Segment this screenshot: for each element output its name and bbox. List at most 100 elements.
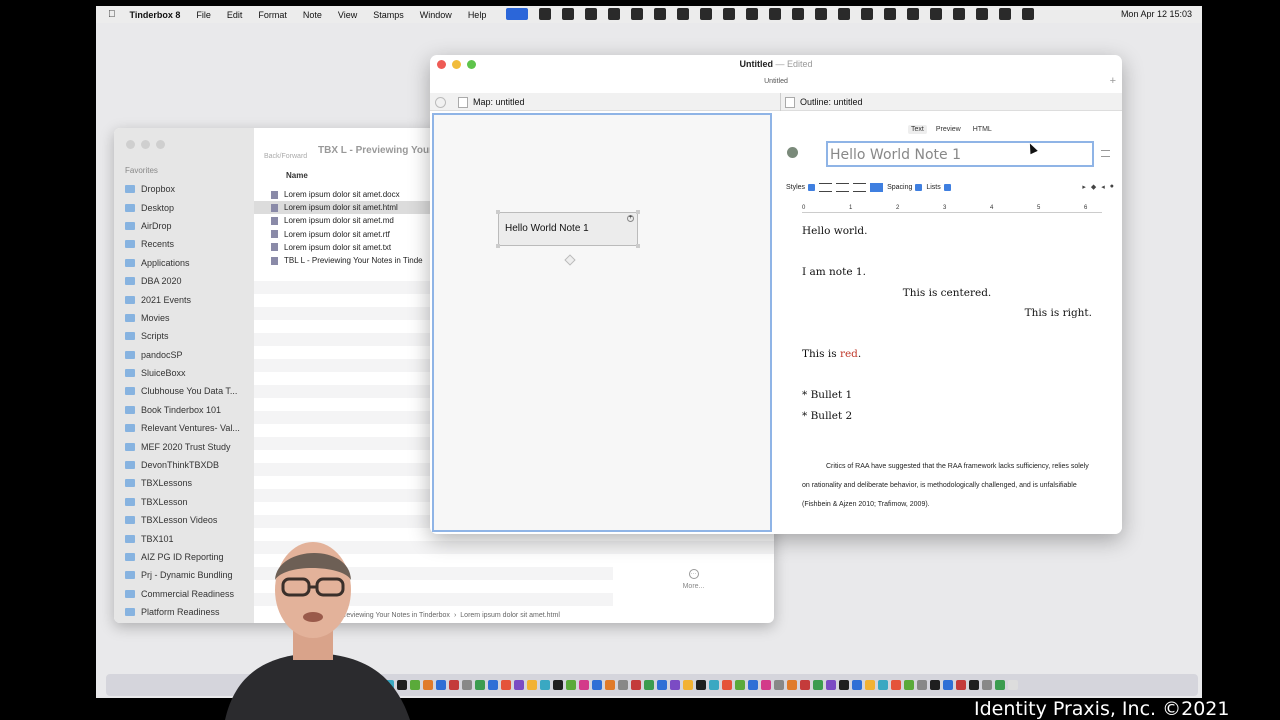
app-icon[interactable] — [709, 680, 719, 690]
ruler[interactable]: 0 1 2 3 4 5 6 — [802, 199, 1102, 213]
bluetooth-icon[interactable] — [907, 8, 919, 20]
menu-edit[interactable]: Edit — [219, 10, 251, 20]
app-icon[interactable] — [592, 680, 602, 690]
properties-menu-icon[interactable] — [1101, 150, 1110, 157]
sidebar-item[interactable]: DevonThinkTBXDB — [125, 456, 240, 474]
app-icon[interactable] — [917, 680, 927, 690]
app-icon[interactable] — [618, 680, 628, 690]
app-icon[interactable] — [839, 680, 849, 690]
control-center-icon[interactable] — [999, 8, 1011, 20]
minimize-button[interactable] — [141, 140, 150, 149]
align-center-button[interactable] — [836, 183, 850, 192]
spacing-menu[interactable]: Spacing — [887, 184, 923, 191]
sidebar-item[interactable]: Recents — [125, 235, 240, 253]
sidebar-item[interactable]: TBXLessons — [125, 474, 240, 492]
app-icon[interactable] — [826, 680, 836, 690]
app-icon[interactable] — [904, 680, 914, 690]
note-text[interactable]: Hello world. I am note 1. This is center… — [802, 225, 1092, 514]
tab-toggle-icon[interactable] — [435, 97, 446, 108]
menu-extra-icon[interactable] — [700, 8, 712, 20]
menu-view[interactable]: View — [330, 10, 365, 20]
app-icon[interactable] — [553, 680, 563, 690]
app-icon[interactable] — [982, 680, 992, 690]
app-icon[interactable] — [540, 680, 550, 690]
menu-extra-icon[interactable] — [654, 8, 666, 20]
app-icon[interactable] — [657, 680, 667, 690]
app-icon[interactable] — [722, 680, 732, 690]
app-icon[interactable] — [696, 680, 706, 690]
column-header-name[interactable]: Name — [286, 171, 308, 180]
map-note[interactable]: Hello World Note 1 + — [496, 210, 640, 248]
app-icon[interactable] — [449, 680, 459, 690]
battery-icon[interactable] — [930, 8, 942, 20]
menu-stamps[interactable]: Stamps — [365, 10, 412, 20]
app-icon[interactable] — [423, 680, 433, 690]
app-icon[interactable] — [878, 680, 888, 690]
preview-more[interactable]: ··· More... — [613, 563, 774, 608]
clock[interactable]: Mon Apr 12 15:03 — [1121, 9, 1192, 19]
app-icon[interactable] — [956, 680, 966, 690]
sidebar-item[interactable]: pandocSP — [125, 346, 240, 364]
search-icon[interactable] — [976, 8, 988, 20]
siri-icon[interactable] — [1022, 8, 1034, 20]
app-icon[interactable] — [631, 680, 641, 690]
app-icon[interactable] — [475, 680, 485, 690]
app-icon[interactable] — [761, 680, 771, 690]
app-menu[interactable]: Tinderbox 8 — [122, 10, 189, 20]
sidebar-item[interactable]: Movies — [125, 309, 240, 327]
app-icon[interactable] — [644, 680, 654, 690]
resize-handle[interactable] — [496, 210, 500, 214]
zoom-button[interactable] — [156, 140, 165, 149]
align-left-button[interactable] — [819, 183, 833, 192]
right-tab-icon[interactable]: ◂ — [1101, 183, 1105, 191]
decimal-tab-icon[interactable]: ● — [1110, 183, 1114, 191]
menu-extra-icon[interactable] — [585, 8, 597, 20]
add-tab-icon[interactable]: + — [1110, 75, 1116, 87]
lists-menu[interactable]: Lists — [926, 184, 951, 191]
wifi-icon[interactable] — [953, 8, 965, 20]
tab-outline[interactable]: Outline: untitled — [780, 93, 1110, 111]
app-icon[interactable] — [566, 680, 576, 690]
mode-tab-preview[interactable]: Preview — [933, 125, 964, 134]
app-icon[interactable] — [774, 680, 784, 690]
note-expand-icon[interactable]: + — [627, 215, 634, 222]
align-justify-button[interactable] — [870, 183, 884, 192]
tab-map[interactable]: Map: untitled — [458, 93, 778, 111]
app-icon[interactable] — [488, 680, 498, 690]
menu-file[interactable]: File — [188, 10, 219, 20]
app-icon[interactable] — [852, 680, 862, 690]
note-title-field[interactable]: Hello World Note 1 — [826, 141, 1094, 167]
mode-tab-html[interactable]: HTML — [970, 125, 995, 134]
app-icon[interactable] — [501, 680, 511, 690]
app-icon[interactable] — [748, 680, 758, 690]
sidebar-item[interactable]: TBXLesson — [125, 493, 240, 511]
menu-extra-icon[interactable] — [677, 8, 689, 20]
menu-extra-icon[interactable] — [608, 8, 620, 20]
center-tab-icon[interactable]: ◆ — [1091, 183, 1096, 191]
align-right-button[interactable] — [853, 183, 867, 192]
resize-handle[interactable] — [496, 244, 500, 248]
sidebar-item[interactable]: Applications — [125, 254, 240, 272]
sidebar-item[interactable]: Book Tinderbox 101 — [125, 401, 240, 419]
sidebar-item[interactable]: Scripts — [125, 327, 240, 345]
sidebar-item[interactable]: Relevant Ventures- Val... — [125, 419, 240, 437]
mode-tab-text[interactable]: Text — [908, 125, 927, 134]
menu-help[interactable]: Help — [460, 10, 495, 20]
sidebar-item[interactable]: 2021 Events — [125, 290, 240, 308]
app-icon[interactable] — [605, 680, 615, 690]
app-icon[interactable] — [969, 680, 979, 690]
map-view[interactable]: Hello World Note 1 + — [432, 113, 772, 532]
app-icon[interactable] — [683, 680, 693, 690]
app-icon[interactable] — [514, 680, 524, 690]
resize-handle[interactable] — [636, 244, 640, 248]
sidebar-item[interactable]: TBXLesson Videos — [125, 511, 240, 529]
app-icon[interactable] — [787, 680, 797, 690]
resize-handle[interactable] — [636, 210, 640, 214]
menu-extra-icon[interactable] — [815, 8, 827, 20]
sidebar-item[interactable]: Dropbox — [125, 180, 240, 198]
volume-icon[interactable] — [884, 8, 896, 20]
close-button[interactable] — [126, 140, 135, 149]
link-port-icon[interactable] — [564, 254, 576, 266]
app-icon[interactable] — [800, 680, 810, 690]
app-icon[interactable] — [1008, 680, 1018, 690]
